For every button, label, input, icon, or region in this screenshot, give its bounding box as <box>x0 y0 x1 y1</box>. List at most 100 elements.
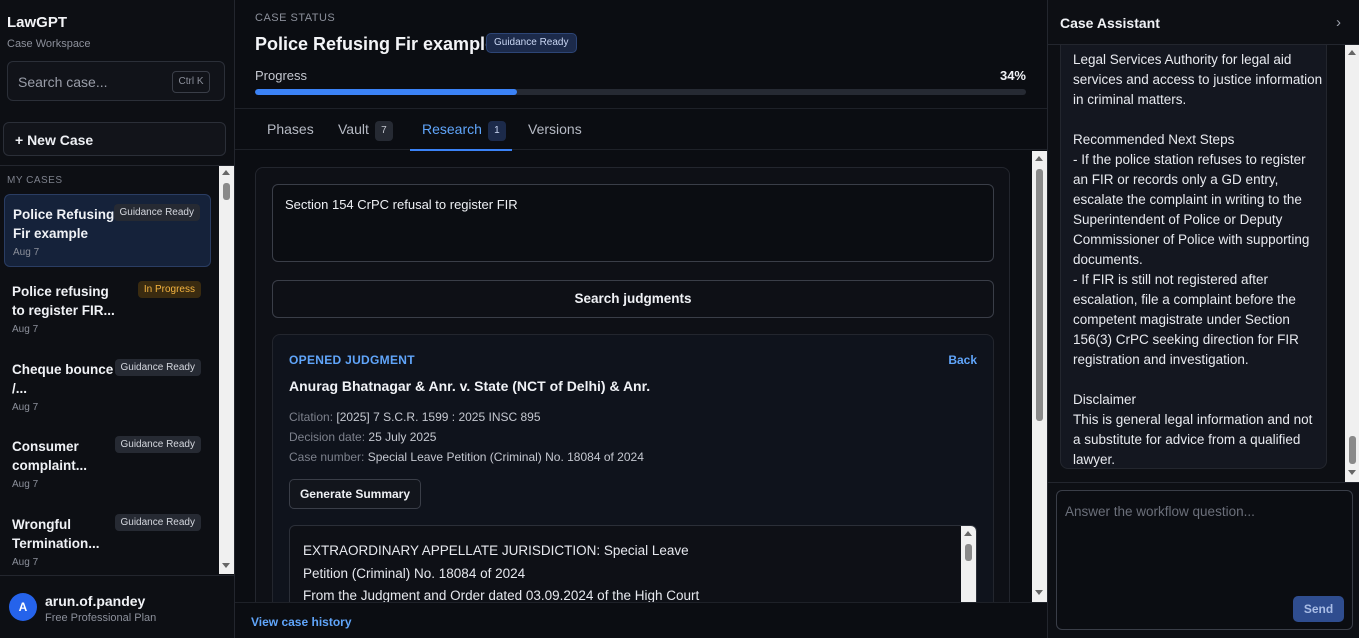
case-item[interactable]: Cheque bounce /... Aug 7 Guidance Ready <box>4 350 211 423</box>
judgment-line: From the Judgment and Order dated 03.09.… <box>303 588 700 602</box>
research-query-input[interactable]: Section 154 CrPC refusal to register FIR <box>272 184 994 262</box>
tab-bar: Phases Vault 7 Research 1 Versions <box>235 108 1047 151</box>
scroll-thumb[interactable] <box>1349 436 1356 464</box>
scroll-up-icon[interactable] <box>1348 50 1356 55</box>
scroll-thumb[interactable] <box>223 183 230 200</box>
case-date: Aug 7 <box>12 402 39 413</box>
tab-research[interactable]: Research 1 <box>410 121 512 151</box>
meta-value: 25 July 2025 <box>368 430 437 444</box>
search-judgments-button[interactable]: Search judgments <box>272 280 994 318</box>
case-title: Consumer complaint... <box>12 439 88 473</box>
judgment-line: EXTRAORDINARY APPELLATE JURISDICTION: Sp… <box>303 543 689 558</box>
opened-judgment-label: OPENED JUDGMENT <box>289 353 415 367</box>
case-title: Cheque bounce /... <box>12 362 114 396</box>
assistant-panel: Case Assistant › Legal Services Authorit… <box>1047 0 1359 638</box>
chevron-right-icon[interactable]: › <box>1336 14 1341 31</box>
meta-key: Case number: <box>289 450 365 464</box>
judgment-scrollbar[interactable] <box>961 526 976 602</box>
app-root: LawGPT Case Workspace Search case... Ctr… <box>0 0 1359 638</box>
avatar: A <box>9 593 37 621</box>
progress-bar <box>255 89 1026 95</box>
meta-value: Special Leave Petition (Criminal) No. 18… <box>367 450 644 464</box>
user-name: arun.of.pandey <box>45 593 146 609</box>
case-title: Police Refusing Fir example <box>13 207 115 241</box>
view-case-history-link[interactable]: View case history <box>251 615 352 629</box>
tab-label: Research <box>422 121 482 137</box>
assistant-divider <box>1048 482 1359 483</box>
judgment-title: Anurag Bhatnagar & Anr. v. State (NCT of… <box>289 378 651 394</box>
generate-summary-button[interactable]: Generate Summary <box>289 479 421 509</box>
case-date: Aug 7 <box>12 324 39 335</box>
assistant-header: Case Assistant › <box>1048 0 1359 45</box>
tab-versions[interactable]: Versions <box>528 121 582 151</box>
case-item[interactable]: Police refusing to register FIR... Aug 7… <box>4 272 211 345</box>
user-plan: Free Professional Plan <box>45 612 157 624</box>
assistant-input[interactable]: Answer the workflow question... Send <box>1056 490 1353 630</box>
judgment-case-number: Case number: Special Leave Petition (Cri… <box>289 450 644 464</box>
case-status-label: CASE STATUS <box>255 12 336 24</box>
judgment-date: Decision date: 25 July 2025 <box>289 430 436 444</box>
status-badge: Guidance Ready <box>114 514 201 531</box>
case-list-scrollbar[interactable] <box>219 166 234 574</box>
case-search-input[interactable]: Search case... Ctrl K <box>7 61 225 101</box>
send-button[interactable]: Send <box>1293 596 1344 622</box>
scroll-down-icon[interactable] <box>1035 590 1043 595</box>
assistant-message-text: Legal Services Authority for legal aid s… <box>1073 52 1323 467</box>
case-item[interactable]: Police Refusing Fir example Aug 7 Guidan… <box>4 194 211 267</box>
research-content: Section 154 CrPC refusal to register FIR… <box>235 151 1047 602</box>
tab-count: 7 <box>374 121 393 141</box>
status-badge: Guidance Ready <box>114 359 201 376</box>
tab-vault[interactable]: Vault 7 <box>338 121 393 151</box>
tab-label: Phases <box>267 121 314 137</box>
progress-label: Progress <box>255 68 308 83</box>
case-title: Wrongful Termination... <box>12 517 100 551</box>
case-item[interactable]: Wrongful Termination... Aug 7 Guidance R… <box>4 505 211 571</box>
status-badge: Guidance Ready <box>486 33 577 53</box>
back-button[interactable]: Back <box>948 353 977 367</box>
assistant-scrollbar[interactable] <box>1345 45 1359 482</box>
case-date: Aug 7 <box>12 479 39 490</box>
case-date: Aug 7 <box>12 557 39 568</box>
page-title: Police Refusing Fir example <box>255 34 496 54</box>
judgment-line: Petition (Criminal) No. 18084 of 2024 <box>303 565 526 581</box>
case-item[interactable]: Consumer complaint... Aug 7 Guidance Rea… <box>4 427 211 500</box>
assistant-message: Legal Services Authority for legal aid s… <box>1060 45 1327 469</box>
main-scrollbar[interactable] <box>1032 151 1047 602</box>
case-date: Aug 7 <box>13 247 40 258</box>
judgment-text: EXTRAORDINARY APPELLATE JURISDICTION: Sp… <box>303 540 953 602</box>
meta-key: Citation: <box>289 410 334 424</box>
user-profile[interactable]: A arun.of.pandey Free Professional Plan <box>0 575 235 638</box>
main-panel: CASE STATUS Police Refusing Fir example … <box>235 0 1047 638</box>
scroll-up-icon[interactable] <box>1035 156 1043 161</box>
tab-phases[interactable]: Phases <box>267 121 314 151</box>
status-badge: In Progress <box>137 281 201 298</box>
scroll-thumb[interactable] <box>1036 169 1043 421</box>
case-search-placeholder: Search case... <box>18 74 108 90</box>
opened-judgment-card: OPENED JUDGMENT Back Anurag Bhatnagar & … <box>272 334 994 602</box>
case-title: Police refusing to register FIR... <box>12 284 115 318</box>
tab-label: Vault <box>338 121 369 137</box>
research-panel: Section 154 CrPC refusal to register FIR… <box>255 167 1010 602</box>
assistant-input-placeholder: Answer the workflow question... <box>1065 504 1255 519</box>
scroll-thumb[interactable] <box>965 544 972 561</box>
center-footer: View case history <box>235 602 1047 638</box>
judgment-citation: Citation: [2025] 7 S.C.R. 1599 : 2025 IN… <box>289 410 541 424</box>
scroll-down-icon[interactable] <box>1348 470 1356 475</box>
my-cases-heading: MY CASES <box>7 175 63 186</box>
status-badge: Guidance Ready <box>114 436 201 453</box>
progress-percent: 34% <box>999 68 1026 83</box>
tab-count: 1 <box>487 121 506 141</box>
status-badge: Guidance Ready <box>113 204 200 221</box>
scroll-down-icon[interactable] <box>222 563 230 568</box>
new-case-button[interactable]: + New Case <box>3 122 226 156</box>
brand-subtitle: Case Workspace <box>7 38 91 50</box>
brand-title: LawGPT <box>7 14 68 31</box>
assistant-messages: Legal Services Authority for legal aid s… <box>1048 45 1359 482</box>
sidebar: LawGPT Case Workspace Search case... Ctr… <box>0 0 235 638</box>
scroll-up-icon[interactable] <box>964 531 972 536</box>
meta-key: Decision date: <box>289 430 366 444</box>
meta-value: [2025] 7 S.C.R. 1599 : 2025 INSC 895 <box>336 410 541 424</box>
sidebar-divider <box>0 165 235 166</box>
judgment-text-viewer[interactable]: EXTRAORDINARY APPELLATE JURISDICTION: Sp… <box>289 525 977 602</box>
scroll-up-icon[interactable] <box>222 170 230 175</box>
